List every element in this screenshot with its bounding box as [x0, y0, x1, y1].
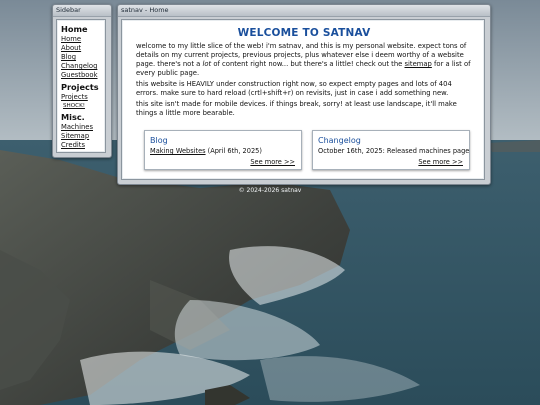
blog-post-date: (April 6th, 2025) — [205, 147, 262, 155]
sidebar-link-changelog[interactable]: Changelog — [61, 62, 105, 71]
sidebar-window-title: Sidebar — [53, 5, 111, 17]
blog-see-more-link[interactable]: See more >> — [250, 158, 295, 166]
sidebar-panel: Home Home About Blog Changelog Guestbook… — [56, 19, 106, 153]
changelog-see-more-link[interactable]: See more >> — [418, 158, 463, 166]
sitemap-link[interactable]: sitemap — [404, 60, 431, 68]
construction-paragraph: this website is HEAVILY under constructi… — [136, 80, 452, 97]
sidebar-link-blog[interactable]: Blog — [61, 53, 105, 62]
sidebar-link-home[interactable]: Home — [61, 35, 105, 44]
main-window: satnav - Home WELCOME TO SATNAV welcome … — [117, 4, 491, 185]
blog-card: Blog Making Websites (April 6th, 2025) S… — [144, 130, 302, 170]
footer-copyright: © 2024-2026 satnav — [238, 187, 302, 194]
sidebar-link-credits[interactable]: Credits — [61, 141, 105, 150]
intro-paragraph: welcome to my little slice of the web! i… — [136, 42, 472, 78]
changelog-card-entry: October 16th, 2025: Released machines pa… — [318, 147, 470, 155]
changelog-card: Changelog October 16th, 2025: Released m… — [312, 130, 470, 170]
intro-text-emphasis: lot — [202, 60, 212, 68]
main-window-title: satnav - Home — [118, 5, 490, 17]
sidebar-link-guestbook[interactable]: Guestbook — [61, 71, 105, 80]
sidebar-window: Sidebar Home Home About Blog Changelog G… — [52, 4, 112, 158]
sidebar-heading-misc: Misc. — [61, 111, 85, 122]
sidebar-link-projects[interactable]: Projects — [61, 93, 105, 102]
blog-card-title: Blog — [150, 136, 168, 145]
sidebar-link-machines[interactable]: Machines — [61, 123, 105, 132]
sidebar-heading-home: Home — [61, 24, 88, 34]
blog-post-link[interactable]: Making Websites — [150, 147, 206, 155]
preview-cards: Blog Making Websites (April 6th, 2025) S… — [144, 130, 470, 172]
page-title: WELCOME TO SATNAV — [237, 27, 371, 39]
sidebar-link-sitemap[interactable]: Sitemap — [61, 132, 105, 141]
sidebar-link-shock[interactable]: SHOCK! — [63, 103, 105, 110]
changelog-card-title: Changelog — [318, 136, 361, 145]
intro-text-middle: of content right now... but there's a li… — [211, 60, 405, 68]
mobile-paragraph: this site isn't made for mobile devices.… — [136, 100, 457, 117]
sidebar-heading-projects: Projects — [61, 82, 99, 93]
blog-card-entry: Making Websites (April 6th, 2025) — [150, 146, 301, 156]
main-panel: WELCOME TO SATNAV welcome to my little s… — [121, 19, 485, 180]
sidebar-link-about[interactable]: About — [61, 44, 105, 53]
